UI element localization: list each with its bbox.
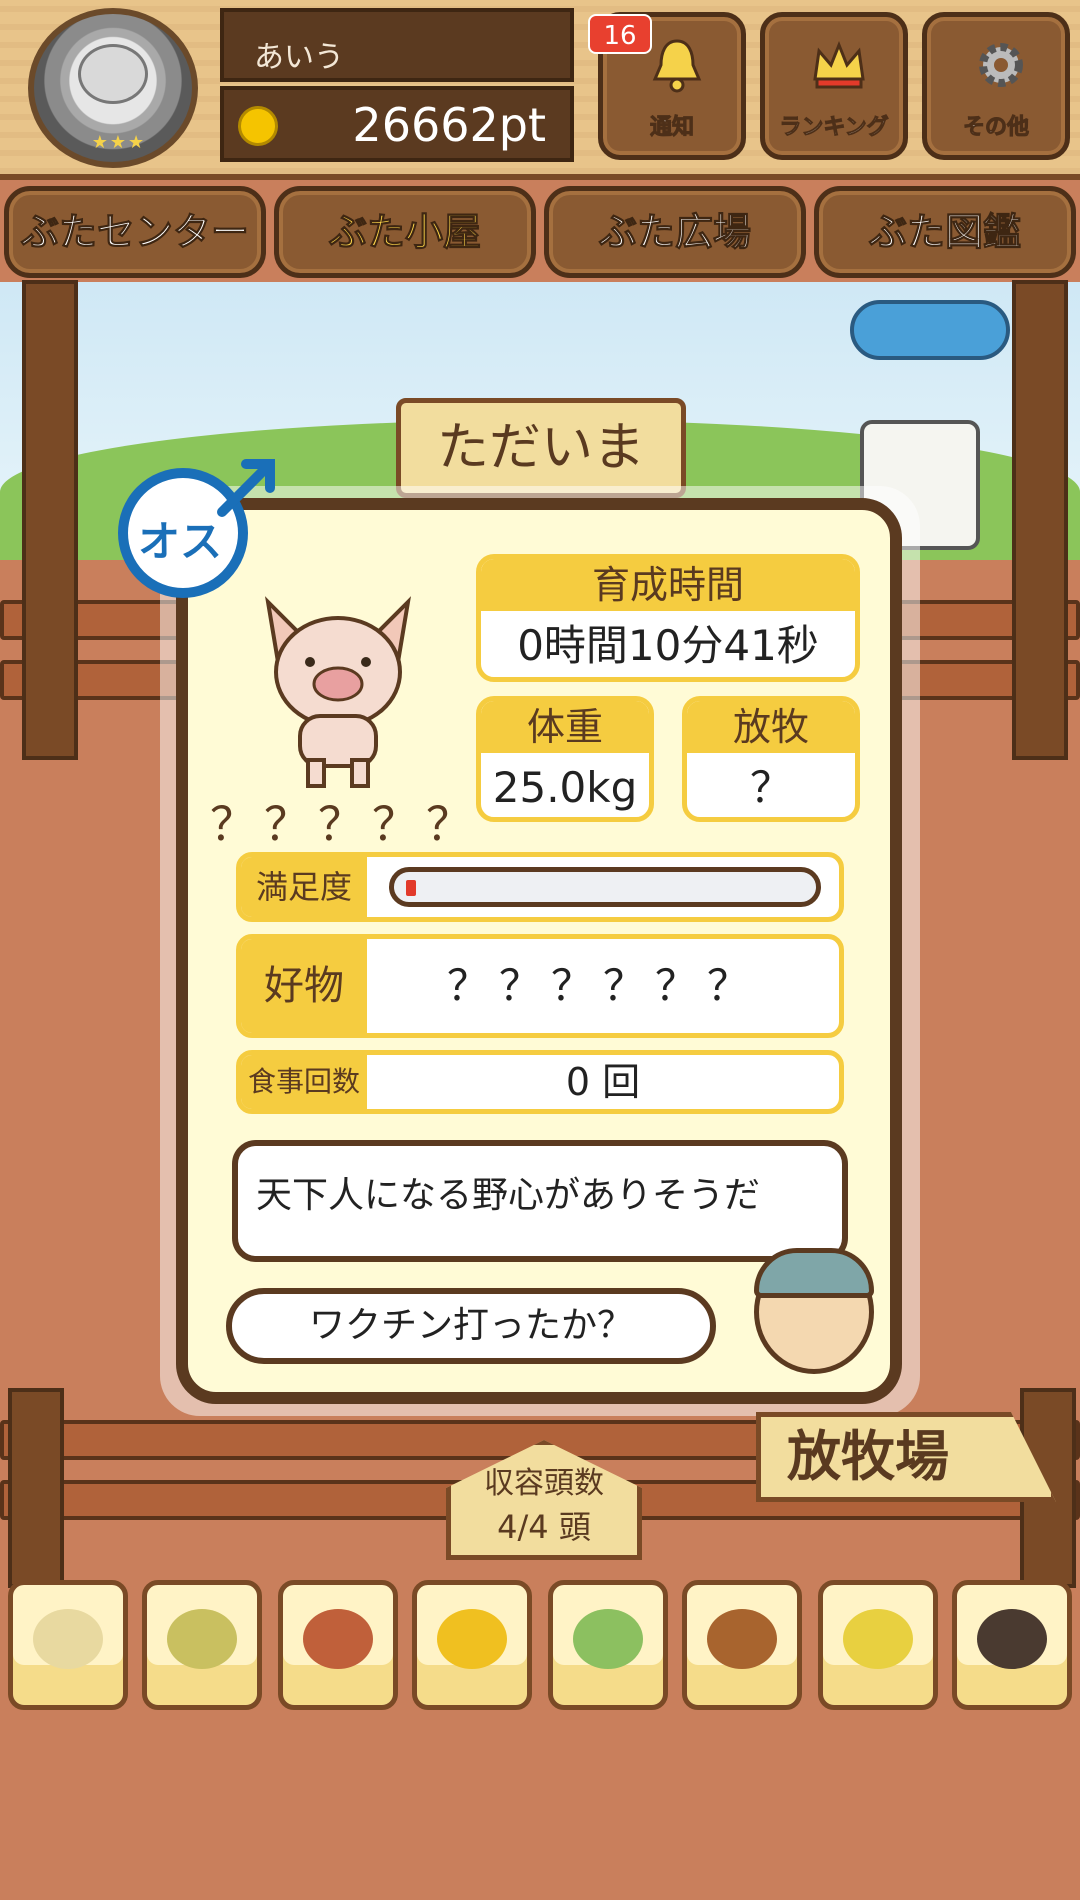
rank-stars-icon: ★★★ bbox=[91, 132, 147, 153]
male-symbol-icon bbox=[217, 459, 275, 517]
gender-label: オス bbox=[138, 517, 223, 566]
sweet-potato-icon bbox=[303, 1609, 373, 1669]
graze-label: 放牧 bbox=[687, 701, 855, 753]
weight-value: 25.0kg bbox=[492, 763, 638, 812]
weight-box: 体重 25.0kg bbox=[476, 696, 654, 822]
food-slot-4[interactable] bbox=[412, 1580, 532, 1710]
bell-icon bbox=[652, 39, 702, 93]
satisfaction-bar-fill bbox=[406, 880, 416, 896]
main-tabs: ぶたセンター ぶた小屋 ぶた広場 ぶた図鑑 bbox=[0, 186, 1080, 282]
premium-feed-icon bbox=[843, 1609, 913, 1669]
graze-box: 放牧 ？ bbox=[682, 696, 860, 822]
notice-label: 通知 bbox=[649, 115, 694, 141]
favorite-food-row: 好物 ？？？？？？ bbox=[236, 934, 844, 1038]
weight-label: 体重 bbox=[481, 701, 649, 753]
favorite-value: ？？？？？？ bbox=[446, 961, 759, 1010]
fence-post bbox=[8, 1388, 64, 1588]
gear-icon bbox=[979, 43, 1023, 87]
meal-count-label: 食事回数 bbox=[241, 1055, 367, 1109]
capacity-label: 収容頭数 bbox=[484, 1466, 604, 1501]
meal-count-value: 0 回 bbox=[565, 1060, 641, 1104]
username-plate: あいう bbox=[220, 8, 574, 82]
food-slot-5[interactable] bbox=[548, 1580, 668, 1710]
satisfaction-label: 満足度 bbox=[241, 857, 367, 917]
pig-portrait-icon bbox=[265, 596, 411, 788]
meal-count-row: 食事回数 0 回 bbox=[236, 1050, 844, 1114]
food-slot-2[interactable] bbox=[142, 1580, 262, 1710]
graze-value: ？ bbox=[749, 763, 792, 812]
tab-buta-center[interactable]: ぶたセンター bbox=[4, 186, 266, 278]
tab-buta-plaza[interactable]: ぶた広場 bbox=[544, 186, 806, 278]
crown-icon bbox=[813, 40, 865, 89]
other-button[interactable]: その他 bbox=[922, 12, 1070, 160]
pig-face-icon bbox=[78, 44, 148, 104]
food-bar bbox=[0, 1580, 1080, 1718]
notice-count-badge: 16 bbox=[588, 14, 652, 54]
tab-buta-encyclopedia[interactable]: ぶた図鑑 bbox=[814, 186, 1076, 278]
farmer-cap-icon bbox=[754, 1248, 874, 1298]
raise-time-label: 育成時間 bbox=[481, 559, 855, 611]
pig-comment-bubble: 天下人になる野心がありそうだ bbox=[232, 1140, 848, 1262]
favorite-label: 好物 bbox=[241, 939, 367, 1033]
ranking-button[interactable]: ランキング bbox=[760, 12, 908, 160]
food-slot-6[interactable] bbox=[682, 1580, 802, 1710]
truffle-icon bbox=[977, 1609, 1047, 1669]
food-slot-8[interactable] bbox=[952, 1580, 1072, 1710]
points-plate: 26662pt bbox=[220, 86, 574, 162]
raise-time-box: 育成時間 0時間10分41秒 bbox=[476, 554, 860, 682]
coin-icon bbox=[238, 106, 278, 146]
pasture-sign-button[interactable]: 放牧場 bbox=[756, 1412, 1056, 1502]
username: あいう bbox=[254, 40, 344, 75]
points-value: 26662pt bbox=[352, 98, 546, 152]
ranking-label: ランキング bbox=[779, 115, 889, 141]
gate-post-right bbox=[1012, 280, 1068, 760]
gate-post-left bbox=[22, 280, 78, 760]
tab-buta-hut[interactable]: ぶた小屋 bbox=[274, 186, 536, 278]
grain-icon bbox=[33, 1609, 103, 1669]
satisfaction-bar bbox=[389, 867, 821, 907]
capacity-value: 4/4 頭 bbox=[497, 1508, 591, 1546]
corn-icon bbox=[437, 1609, 507, 1669]
farmer-speech-bubble[interactable]: ワクチン打ったか？ bbox=[226, 1288, 716, 1364]
other-label: その他 bbox=[962, 115, 1029, 141]
beans-icon bbox=[573, 1609, 643, 1669]
food-slot-7[interactable] bbox=[818, 1580, 938, 1710]
welcome-sign: ただいま bbox=[396, 398, 686, 498]
pig-name: ？？？？？ bbox=[210, 797, 480, 851]
satisfaction-row: 満足度 bbox=[236, 852, 844, 922]
mixed-grain-icon bbox=[167, 1609, 237, 1669]
food-slot-1[interactable] bbox=[8, 1580, 128, 1710]
food-slot-3[interactable] bbox=[278, 1580, 398, 1710]
airplane-icon bbox=[850, 300, 1010, 360]
acorn-icon bbox=[707, 1609, 777, 1669]
profile-avatar[interactable]: ★★★ bbox=[28, 8, 198, 168]
raise-time-value: 0時間10分41秒 bbox=[517, 621, 819, 670]
